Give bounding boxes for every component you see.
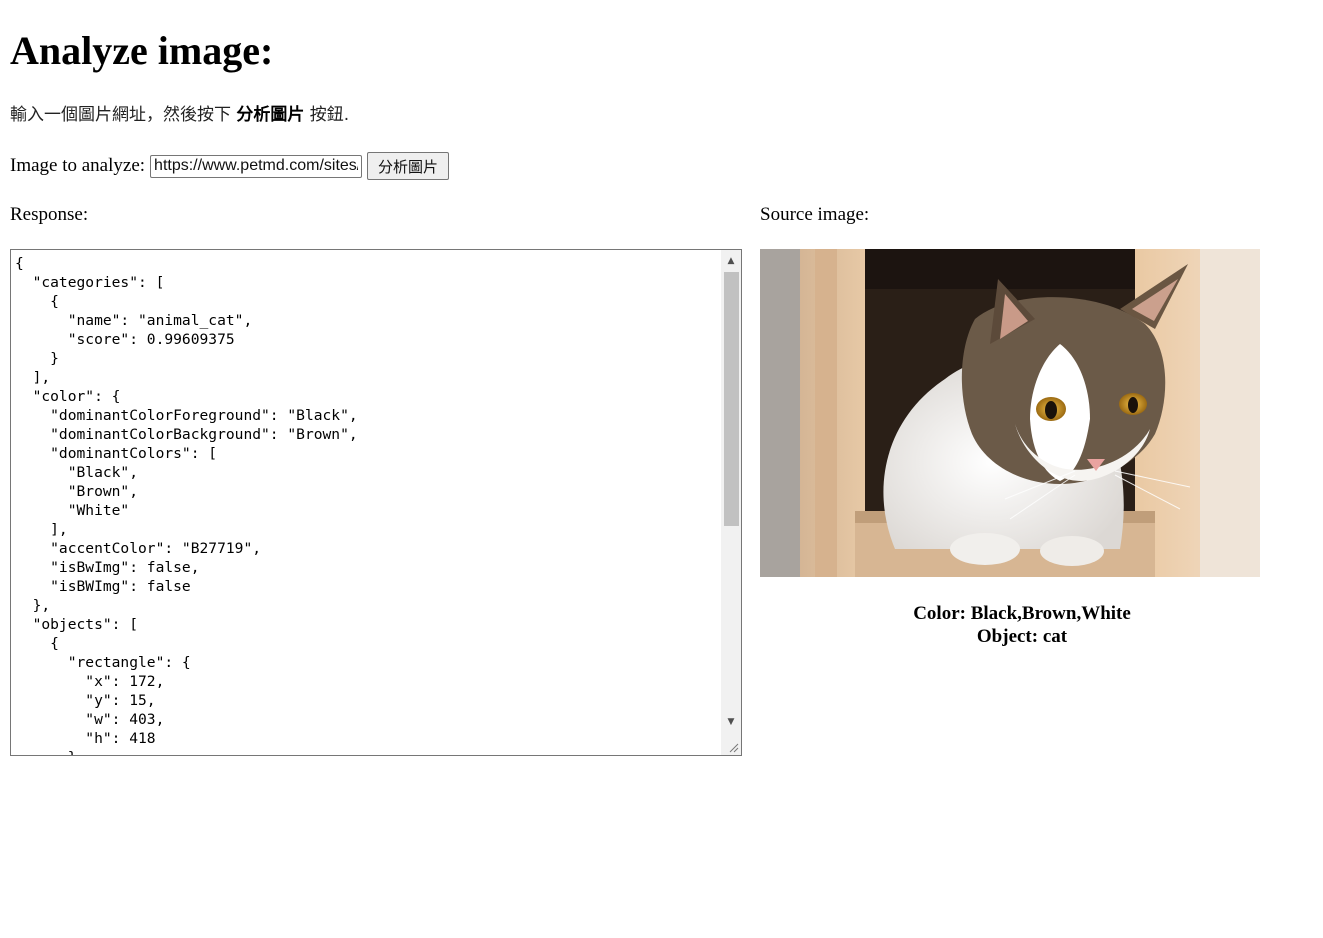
instructions-button-ref: 分析圖片	[236, 105, 305, 125]
scroll-up-arrow-icon[interactable]: ▲	[721, 252, 741, 270]
response-scrollbar[interactable]: ▲ ▼	[721, 250, 741, 755]
instructions-before: 輸入一個圖片網址，然後按下	[10, 105, 237, 125]
page: Analyze image: 輸入一個圖片網址，然後按下 分析圖片 按鈕. Im…	[0, 0, 1323, 938]
caption-color: Color: Black,Brown,White	[913, 603, 1131, 624]
source-image	[760, 249, 1260, 577]
instructions-after: 按鈕.	[304, 105, 350, 125]
analyze-form: Image to analyze: 分析圖片	[10, 152, 450, 180]
instructions: 輸入一個圖片網址，然後按下 分析圖片 按鈕.	[10, 103, 349, 127]
image-url-input[interactable]	[150, 154, 363, 178]
caption-object: Object: cat	[976, 626, 1068, 647]
response-json: { "categories": [ { "name": "animal_cat"…	[15, 255, 358, 755]
image-url-label: Image to analyze:	[10, 155, 146, 176]
page-title: Analyze image:	[10, 28, 274, 73]
response-label: Response:	[10, 204, 89, 225]
resize-grip-icon[interactable]	[727, 741, 739, 753]
scroll-thumb[interactable]	[724, 272, 739, 526]
response-textarea[interactable]: { "categories": [ { "name": "animal_cat"…	[10, 249, 742, 756]
analysis-caption: Color: Black,Brown,White Object: cat	[760, 602, 1284, 648]
analyze-button[interactable]: 分析圖片	[367, 152, 450, 180]
source-image-label: Source image:	[760, 204, 870, 225]
scroll-down-arrow-icon[interactable]: ▼	[721, 713, 741, 731]
